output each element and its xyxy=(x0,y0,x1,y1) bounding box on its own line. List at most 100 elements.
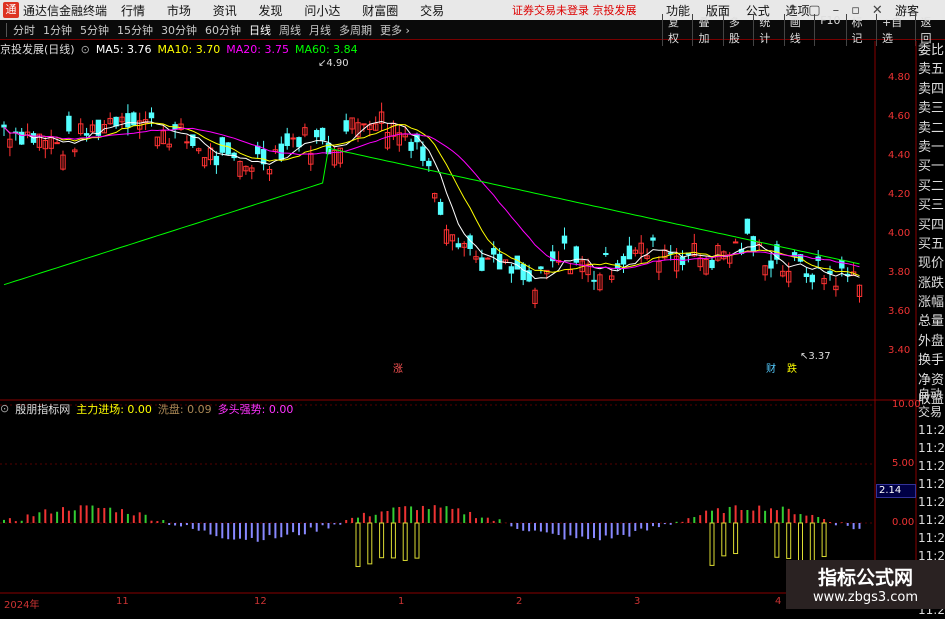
settings-icon[interactable]: ⊙ xyxy=(0,402,9,415)
candle-body xyxy=(290,137,296,140)
wash-bar xyxy=(367,522,373,565)
candle-body xyxy=(620,256,627,265)
candle-body xyxy=(491,248,497,255)
quote-label: 现价 xyxy=(918,256,945,272)
tick-time: 11:29 xyxy=(918,513,945,527)
quote-label: 卖四 xyxy=(918,81,945,97)
candle-body xyxy=(314,130,320,138)
quote-label: 买五 xyxy=(918,236,945,252)
candle-body xyxy=(485,257,491,260)
tick-time: 11:29 xyxy=(918,441,945,455)
wash-bar xyxy=(379,522,385,559)
candle-body xyxy=(66,115,72,132)
candle-body xyxy=(538,266,544,270)
quote-label: 涨跌 xyxy=(918,275,945,291)
indicator-current-value: 2.14 xyxy=(876,484,916,498)
quote-label: 买三 xyxy=(918,198,945,214)
candle-body xyxy=(296,137,302,148)
candle-body xyxy=(255,145,261,155)
candle-body xyxy=(437,201,444,215)
candle-body xyxy=(520,263,526,281)
candle-body xyxy=(184,141,190,144)
candle-body xyxy=(839,259,845,269)
date-tick: 2 xyxy=(516,596,523,607)
quote-label: 委比 xyxy=(918,43,945,58)
wash-bar xyxy=(402,522,408,561)
wash-bar xyxy=(390,522,396,559)
candle-body xyxy=(709,259,715,269)
mark-die: 跌 xyxy=(787,364,797,375)
candle-body xyxy=(803,273,810,278)
price-tick: 3.40 xyxy=(888,345,911,356)
ma20-line xyxy=(3,126,860,270)
price-tick: 3.60 xyxy=(888,306,911,317)
quote-label: 买一 xyxy=(918,159,945,175)
candle-body xyxy=(591,279,597,282)
candle-body xyxy=(768,260,774,269)
candle-body xyxy=(19,131,25,145)
tick-time: 交易 xyxy=(918,405,943,419)
wash-bar xyxy=(733,522,739,555)
candle-body xyxy=(319,127,326,141)
quote-label: 外盘 xyxy=(918,333,945,349)
candle-body xyxy=(83,133,90,136)
wash-bar xyxy=(821,522,827,558)
candle-body xyxy=(213,155,220,166)
date-tick: 12 xyxy=(254,596,267,607)
wash-bar xyxy=(809,522,815,563)
wash-bar xyxy=(355,522,361,568)
indicator-info-bar: ⊙ 殷朋指标网 主力进场: 0.00 洗盘: 0.09 多头强势: 0.00 xyxy=(0,401,299,416)
mark-zhang: 涨 xyxy=(393,364,403,375)
price-tick: 4.80 xyxy=(888,72,911,83)
bull-value: 多头强势: 0.00 xyxy=(217,402,294,416)
tick-time: 11:29 xyxy=(918,531,945,545)
wash-bar xyxy=(721,522,727,557)
candle-body xyxy=(113,116,119,127)
high-price-label: ↙4.90 xyxy=(318,58,349,69)
candle-body xyxy=(809,274,815,283)
tick-time: 11:29 xyxy=(918,477,945,491)
wash-bar xyxy=(786,522,792,559)
candle-body xyxy=(514,255,520,270)
candle-body xyxy=(260,149,267,165)
candle-body xyxy=(455,243,462,248)
price-tick: 4.00 xyxy=(888,228,911,239)
price-tick: 4.60 xyxy=(888,111,911,122)
quote-label: 换手 xyxy=(918,353,945,369)
tick-time: 11:29 xyxy=(918,495,945,509)
low-price-label: ↖3.37 xyxy=(800,351,831,362)
candle-body xyxy=(125,113,131,128)
indicator-name[interactable]: 殷朋指标网 xyxy=(15,401,70,417)
candle-body xyxy=(603,253,609,256)
kline-chart[interactable] xyxy=(0,0,945,609)
candle-body xyxy=(744,218,751,234)
quote-panel: 委比 卖五 卖四 卖三 卖二 卖一 买一 买二 买三 买四 买五 现价 涨跌 涨幅 总量 外盘 换手 净资 收益 xyxy=(918,41,945,409)
candle-body xyxy=(343,120,349,132)
candle-body xyxy=(750,236,756,252)
wash-bar xyxy=(774,522,780,558)
watermark: 指标公式网 www.zbgs3.com xyxy=(786,560,945,609)
tick-time: 自动 xyxy=(918,387,943,401)
tick-time: 11:29 xyxy=(918,459,945,473)
candle-body xyxy=(420,146,426,161)
date-tick: 11 xyxy=(116,596,129,607)
quote-label: 买四 xyxy=(918,217,945,233)
candle-body xyxy=(284,133,290,146)
watermark-title: 指标公式网 xyxy=(817,567,913,589)
candle-body xyxy=(508,266,515,274)
quote-label: 买二 xyxy=(918,178,945,194)
candle-body xyxy=(54,142,60,145)
candle-body xyxy=(732,241,739,244)
quote-label: 卖五 xyxy=(918,62,945,78)
candle-body xyxy=(650,237,656,241)
ma10-line xyxy=(3,122,860,277)
price-tick: 3.80 xyxy=(888,267,911,278)
candle-body xyxy=(361,123,367,126)
date-tick: 4 xyxy=(775,596,782,607)
quote-label: 卖二 xyxy=(918,120,945,136)
candle-body xyxy=(626,245,633,260)
indicator-tick: 0.00 xyxy=(892,517,915,528)
candle-body xyxy=(408,141,414,151)
date-tick: 1 xyxy=(398,596,405,607)
tick-time: 11:29 xyxy=(918,423,945,437)
